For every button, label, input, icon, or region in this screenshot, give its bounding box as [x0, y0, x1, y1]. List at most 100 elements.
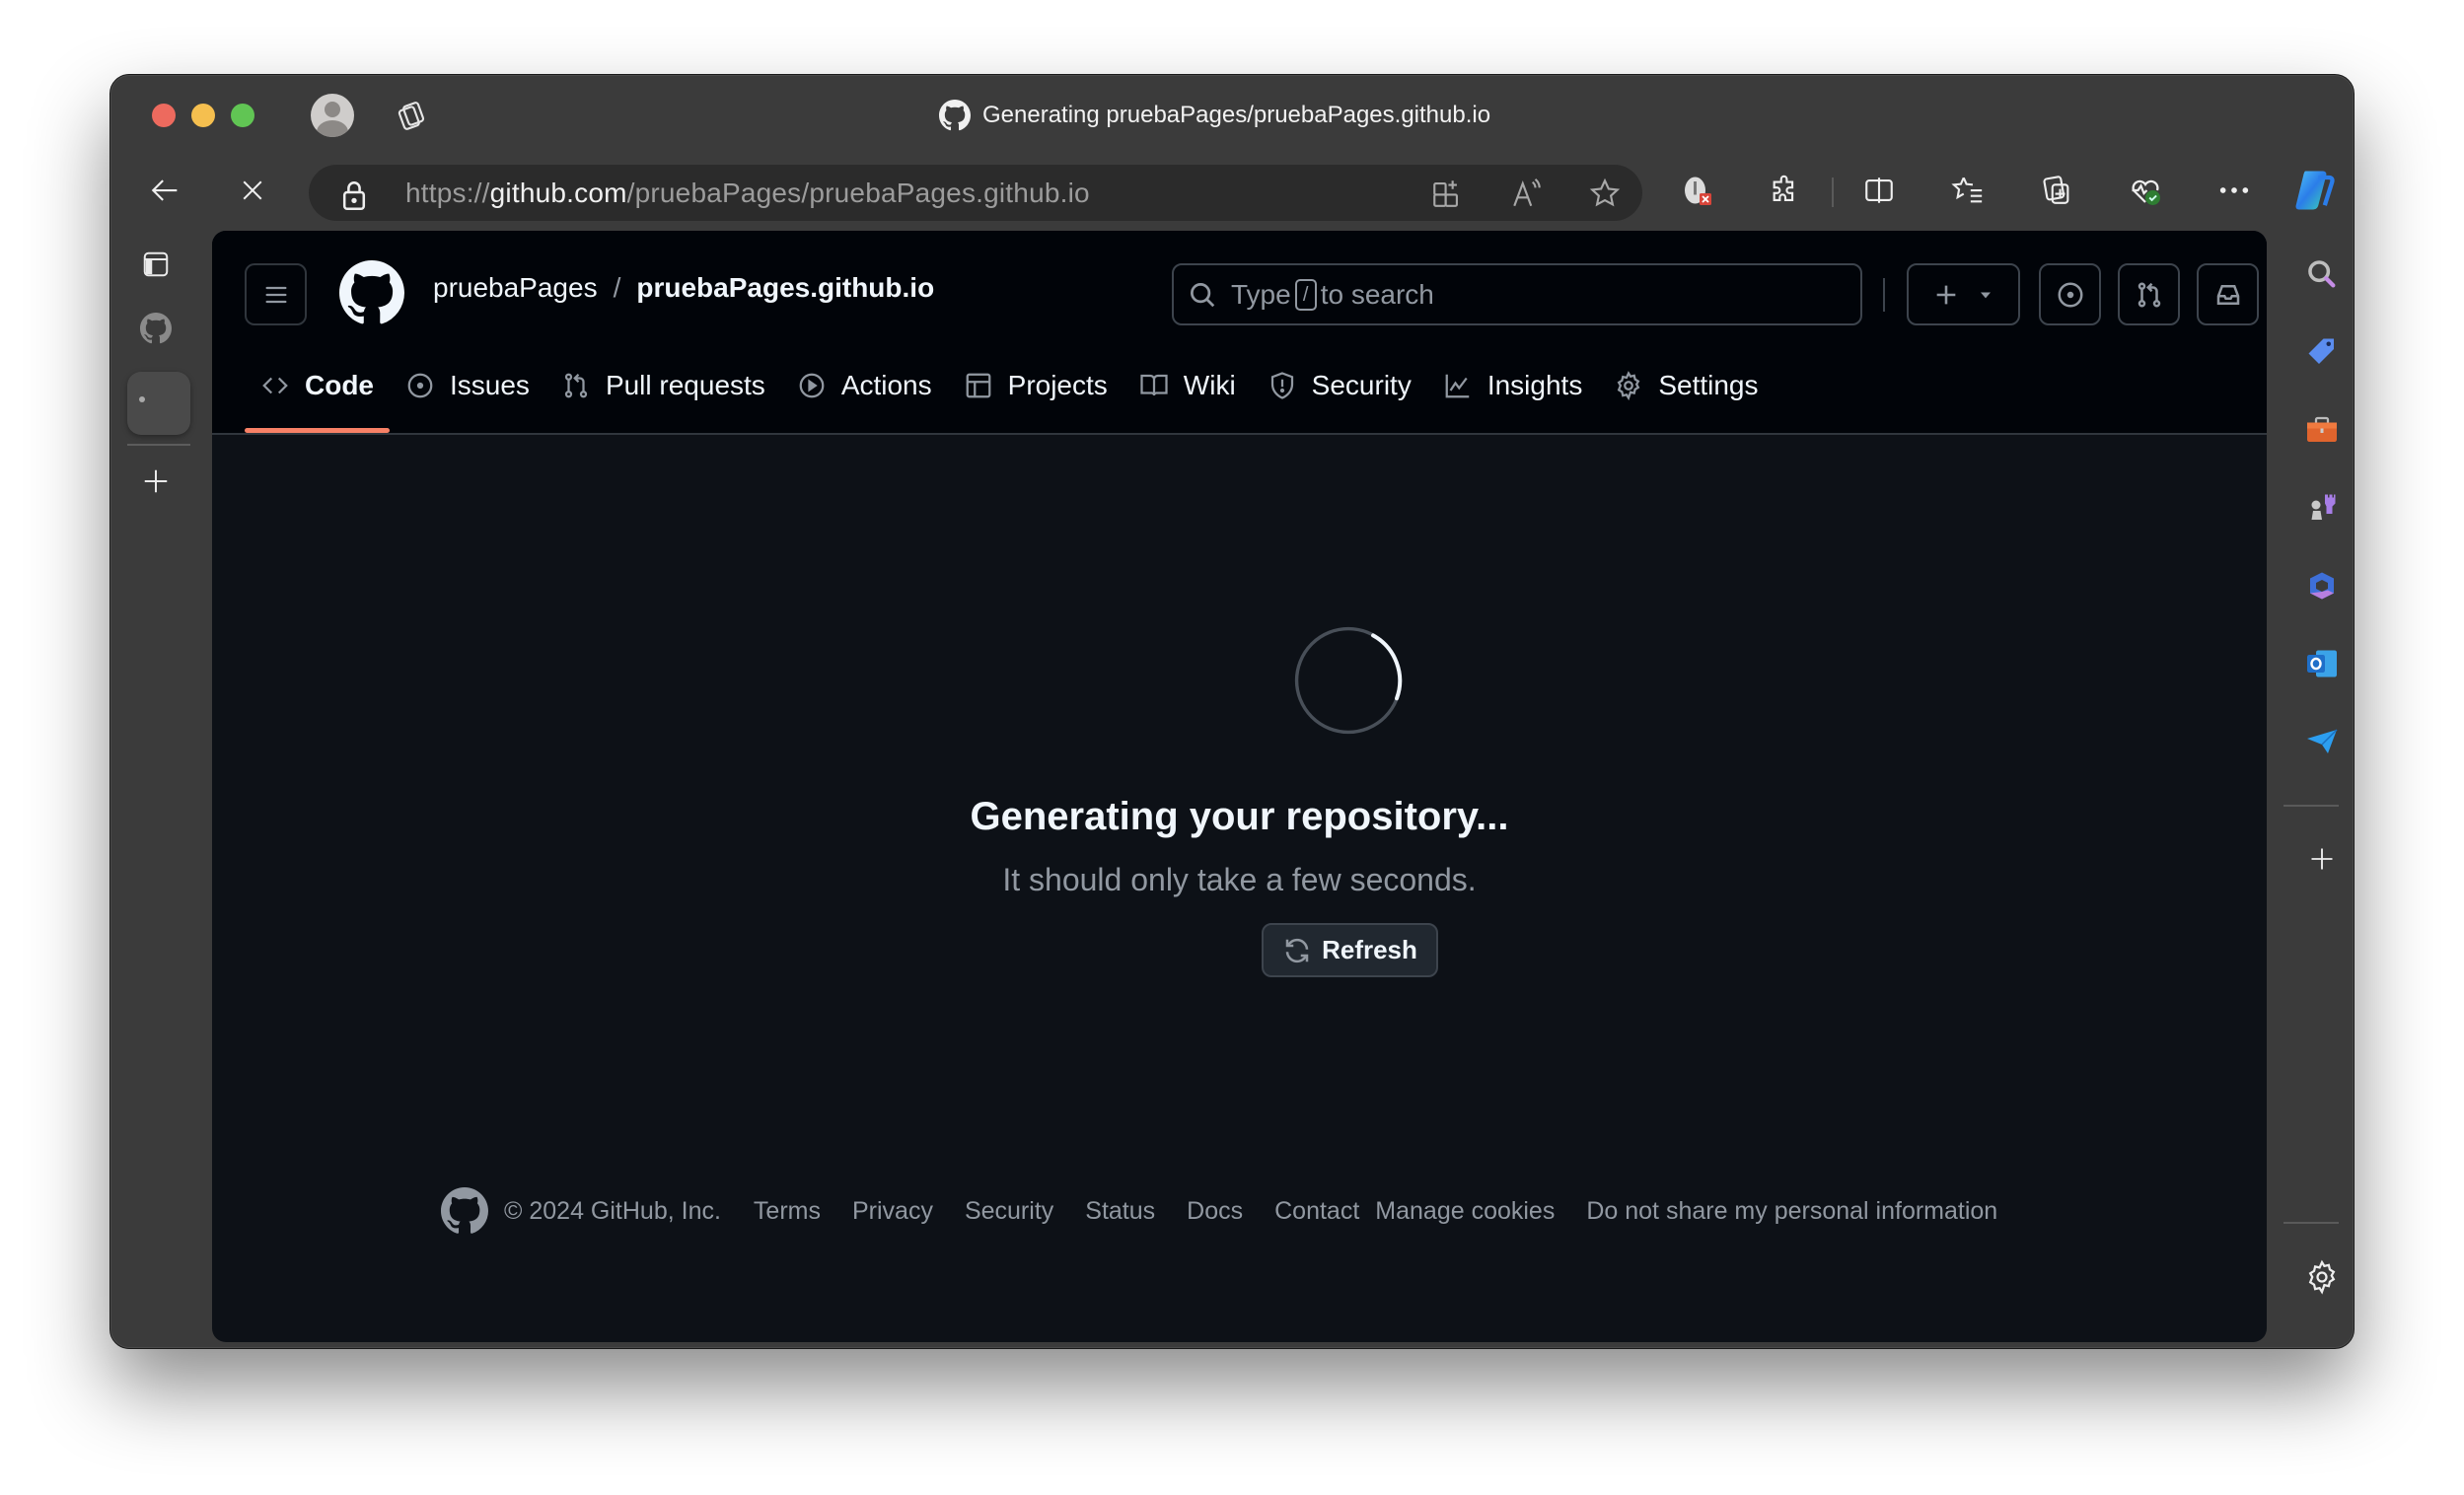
inbox-icon	[2216, 284, 2239, 305]
search-placeholder: Type / to search	[1231, 278, 1434, 311]
close-window-button[interactable]	[152, 104, 176, 127]
hamburger-icon	[265, 286, 286, 303]
refresh-label: Refresh	[1322, 935, 1417, 964]
tab-actions-menu-icon[interactable]	[136, 245, 176, 284]
split-screen-icon[interactable]	[1857, 169, 1901, 212]
header-divider	[1883, 278, 1885, 312]
plus-icon	[2311, 848, 2333, 870]
tab-actions[interactable]: Actions	[781, 349, 948, 422]
inbox-button[interactable]	[2197, 263, 2259, 325]
refresh-icon	[1285, 938, 1309, 962]
tab-insights[interactable]: Insights	[1427, 349, 1599, 422]
tab-label: Wiki	[1183, 370, 1236, 400]
actions-play-icon	[799, 373, 825, 398]
shopping-tag-icon[interactable]	[2300, 330, 2344, 374]
copilot-icon[interactable]	[2286, 163, 2342, 218]
repo-nav-tabs: Code Issues Pull requests Actions Projec…	[245, 349, 1775, 435]
toolbar-divider	[1832, 178, 1834, 207]
pull-requests-button[interactable]	[2118, 263, 2180, 325]
drop-icon[interactable]	[2300, 720, 2344, 763]
tab-code[interactable]: Code	[245, 349, 390, 433]
repo-link[interactable]: pruebaPages.github.io	[636, 272, 934, 304]
minimize-window-button[interactable]	[191, 104, 215, 127]
add-sidebar-app-button[interactable]	[2300, 837, 2344, 881]
plus-icon	[144, 469, 168, 493]
status-heading: Generating your repository...	[970, 795, 1509, 838]
menu-button[interactable]	[245, 263, 307, 325]
footer-link-security[interactable]: Security	[965, 1197, 1053, 1226]
tab-label: Insights	[1486, 370, 1583, 400]
read-aloud-icon[interactable]	[1510, 177, 1544, 210]
footer-link-contact[interactable]: Contact	[1274, 1197, 1359, 1226]
tab-settings[interactable]: Settings	[1598, 349, 1774, 422]
breadcrumb-separator: /	[613, 272, 621, 303]
tab-label: Security	[1311, 370, 1412, 400]
search-placeholder-suffix: to search	[1320, 278, 1434, 310]
book-icon	[1140, 374, 1168, 396]
add-to-collections-icon[interactable]	[1430, 177, 1464, 210]
tab-label: Actions	[840, 370, 932, 400]
browser-profile-avatar[interactable]	[311, 94, 354, 137]
search-icon[interactable]	[2300, 252, 2344, 296]
stop-loading-button[interactable]	[231, 169, 274, 212]
tab-issues[interactable]: Issues	[390, 349, 545, 422]
tab-label: Settings	[1658, 370, 1759, 400]
graph-icon	[1445, 374, 1470, 398]
tools-icon[interactable]	[2300, 408, 2344, 452]
search-input[interactable]: Type / to search	[1172, 263, 1862, 325]
github-footer-logo-icon[interactable]	[441, 1187, 488, 1235]
favorite-star-icon[interactable]	[1588, 177, 1622, 210]
collections-icon[interactable]	[2035, 169, 2078, 212]
tab-pull-requests[interactable]: Pull requests	[545, 349, 781, 422]
outlook-icon[interactable]	[2300, 642, 2344, 685]
issue-icon	[2058, 282, 2082, 307]
github-favicon-icon	[939, 100, 971, 131]
browser-essentials-icon[interactable]	[2124, 169, 2167, 212]
url-scheme: https://	[405, 178, 490, 208]
create-new-button[interactable]	[1907, 263, 2020, 325]
tab-actions-icon[interactable]	[395, 99, 428, 132]
page-content: pruebaPages / pruebaPages.github.io Type…	[212, 231, 2267, 1342]
refresh-button[interactable]: Refresh	[1262, 923, 1438, 977]
footer-link-status[interactable]: Status	[1085, 1197, 1155, 1226]
footer-link-privacy[interactable]: Privacy	[852, 1197, 933, 1226]
window-title-text: Generating pruebaPages/pruebaPages.githu…	[982, 102, 1491, 128]
tab-security[interactable]: Security	[1252, 349, 1427, 422]
tab-label: Projects	[1007, 370, 1108, 400]
active-loading-tab[interactable]	[127, 372, 190, 435]
github-tab-icon[interactable]	[136, 309, 176, 348]
favorites-icon[interactable]	[1946, 169, 1990, 212]
footer-link-docs[interactable]: Docs	[1187, 1197, 1243, 1226]
url-text[interactable]: https://github.com/pruebaPages/pruebaPag…	[405, 178, 1090, 209]
table-icon	[966, 373, 991, 398]
lock-icon[interactable]	[340, 178, 368, 211]
vertical-tabs-divider	[127, 444, 190, 446]
back-button[interactable]	[144, 169, 187, 212]
status-subtitle: It should only take a few seconds.	[1002, 862, 1477, 897]
github-header: pruebaPages / pruebaPages.github.io Type…	[212, 231, 2267, 435]
footer-link-do-not-share[interactable]: Do not share my personal information	[1586, 1197, 1997, 1226]
tab-wiki[interactable]: Wiki	[1123, 349, 1252, 422]
more-options-icon[interactable]	[2212, 169, 2256, 212]
search-placeholder-prefix: Type	[1231, 278, 1291, 310]
close-icon	[243, 180, 262, 200]
sidebar-settings-button[interactable]	[2300, 1255, 2344, 1299]
extensions-icon[interactable]	[1764, 169, 1807, 212]
maximize-window-button[interactable]	[231, 104, 254, 127]
tab-projects[interactable]: Projects	[948, 349, 1123, 422]
new-tab-button[interactable]	[136, 462, 176, 501]
footer-link-manage-cookies[interactable]: Manage cookies	[1375, 1197, 1555, 1226]
footer-link-terms[interactable]: Terms	[754, 1197, 821, 1226]
issues-button[interactable]	[2039, 263, 2101, 325]
tab-label: Issues	[450, 370, 530, 400]
microsoft-365-icon[interactable]	[2300, 564, 2344, 607]
caret-down-icon	[1980, 292, 1991, 298]
owner-link[interactable]: pruebaPages	[433, 272, 598, 304]
search-icon	[1191, 282, 1215, 307]
tab-label: Pull requests	[605, 370, 765, 400]
games-icon[interactable]	[2300, 486, 2344, 530]
address-bar[interactable]: https://github.com/pruebaPages/pruebaPag…	[309, 165, 1642, 221]
password-manager-icon[interactable]	[1675, 169, 1718, 212]
github-logo-icon[interactable]	[339, 260, 404, 325]
tab-label: Code	[305, 370, 374, 400]
